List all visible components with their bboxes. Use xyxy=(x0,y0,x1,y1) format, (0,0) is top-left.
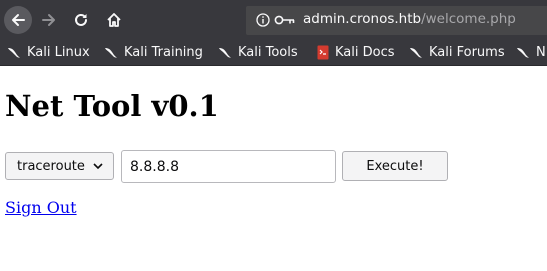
page-title: Net Tool v0.1 xyxy=(5,89,219,123)
home-icon xyxy=(107,13,121,27)
home-button[interactable] xyxy=(102,8,126,32)
kali-dragon-icon xyxy=(410,47,422,58)
forward-button[interactable] xyxy=(37,8,61,32)
bookmark-label: Kali Linux xyxy=(27,45,90,60)
bookmark-kali-docs[interactable]: Kali Docs xyxy=(317,43,395,62)
url-bar[interactable]: admin.cronos.htb/welcome.php xyxy=(246,6,547,35)
bookmark-kali-tools[interactable]: Kali Tools xyxy=(218,43,298,62)
browser-toolbar: admin.cronos.htb/welcome.php xyxy=(0,0,547,40)
command-select-value: traceroute xyxy=(17,158,85,174)
bookmark-kali-training[interactable]: Kali Training xyxy=(104,43,203,62)
bookmarks-bar: Kali Linux Kali Training Kali Tools Kali… xyxy=(0,40,547,66)
info-icon[interactable] xyxy=(256,13,270,27)
bookmark-label: Kali Training xyxy=(124,45,203,60)
bookmark-label: Kali Tools xyxy=(238,45,298,60)
back-arrow-icon xyxy=(12,14,25,26)
sign-out-link[interactable]: Sign Out xyxy=(5,198,77,217)
url-text[interactable]: admin.cronos.htb/welcome.php xyxy=(303,11,516,27)
command-select[interactable]: traceroute xyxy=(5,152,114,180)
forward-arrow-icon xyxy=(42,14,55,26)
back-button[interactable] xyxy=(4,6,32,34)
reload-icon xyxy=(75,13,87,26)
docs-icon xyxy=(317,45,329,60)
bookmark-truncated[interactable]: N xyxy=(516,43,546,62)
bookmark-label: Kali Docs xyxy=(335,45,395,60)
kali-dragon-icon xyxy=(105,47,117,58)
url-path: /welcome.php xyxy=(421,11,516,27)
kali-dragon-icon xyxy=(517,47,529,58)
kali-dragon-icon xyxy=(219,47,231,58)
host-input[interactable] xyxy=(121,150,336,183)
key-icon[interactable] xyxy=(274,13,296,27)
bookmark-kali-linux[interactable]: Kali Linux xyxy=(7,43,90,62)
bookmark-label: Kali Forums xyxy=(429,45,505,60)
execute-button[interactable]: Execute! xyxy=(342,151,448,181)
bookmark-kali-forums[interactable]: Kali Forums xyxy=(409,43,505,62)
url-domain: admin.cronos.htb xyxy=(303,11,422,27)
kali-dragon-icon xyxy=(8,47,20,58)
reload-button[interactable] xyxy=(69,8,93,32)
chevron-down-icon xyxy=(93,163,103,170)
bookmark-label: N xyxy=(536,45,546,60)
